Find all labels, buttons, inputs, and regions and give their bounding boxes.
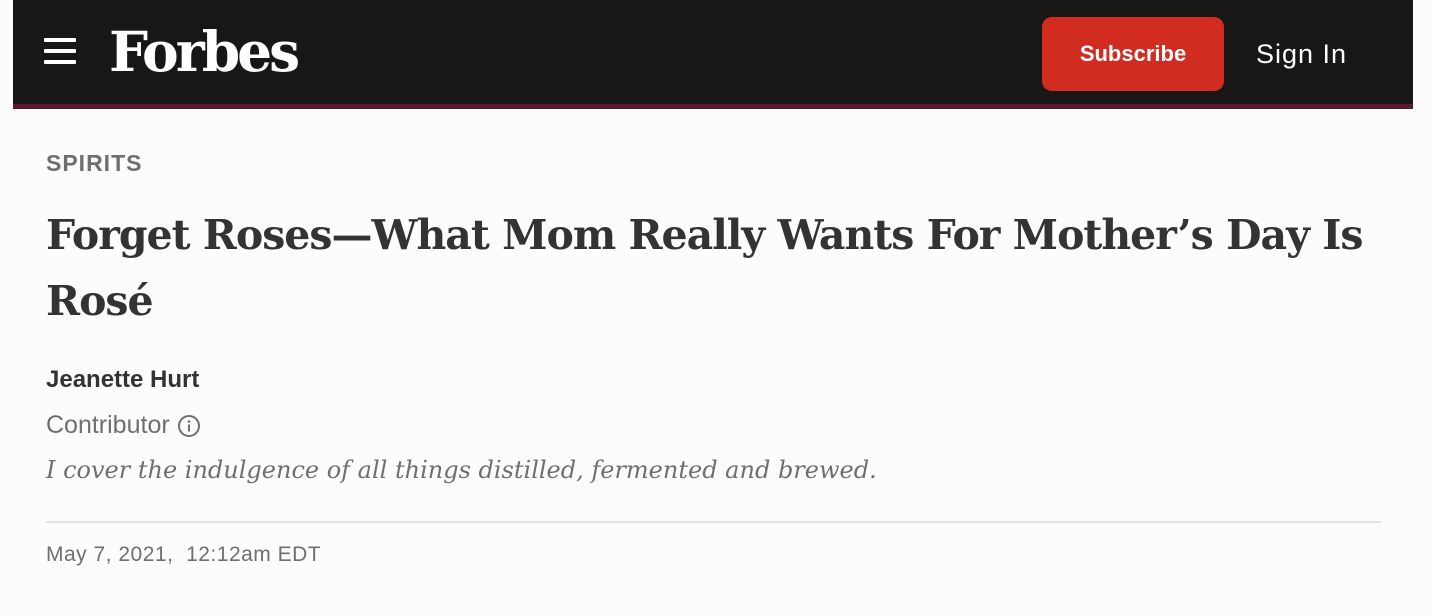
article-headline: Forget Roses—What Mom Really Wants For M…	[46, 211, 1363, 325]
publish-timestamp: May 7, 2021, 12:12am EDT	[46, 543, 322, 566]
info-icon[interactable]	[177, 414, 201, 438]
hamburger-menu-icon[interactable]	[44, 38, 76, 64]
top-navigation-bar: Forbes Subscribe Sign In	[13, 0, 1413, 109]
sign-in-link[interactable]: Sign In	[1256, 35, 1347, 73]
author-role: Contributor	[46, 411, 201, 440]
section-label[interactable]: SPIRITS	[46, 150, 142, 177]
author-name[interactable]: Jeanette Hurt	[46, 366, 199, 394]
divider	[46, 521, 1381, 523]
author-bio: I cover the indulgence of all things dis…	[46, 456, 877, 484]
forbes-logo[interactable]: Forbes	[109, 17, 300, 87]
author-role-label: Contributor	[46, 411, 170, 439]
subscribe-button[interactable]: Subscribe	[1042, 17, 1224, 91]
